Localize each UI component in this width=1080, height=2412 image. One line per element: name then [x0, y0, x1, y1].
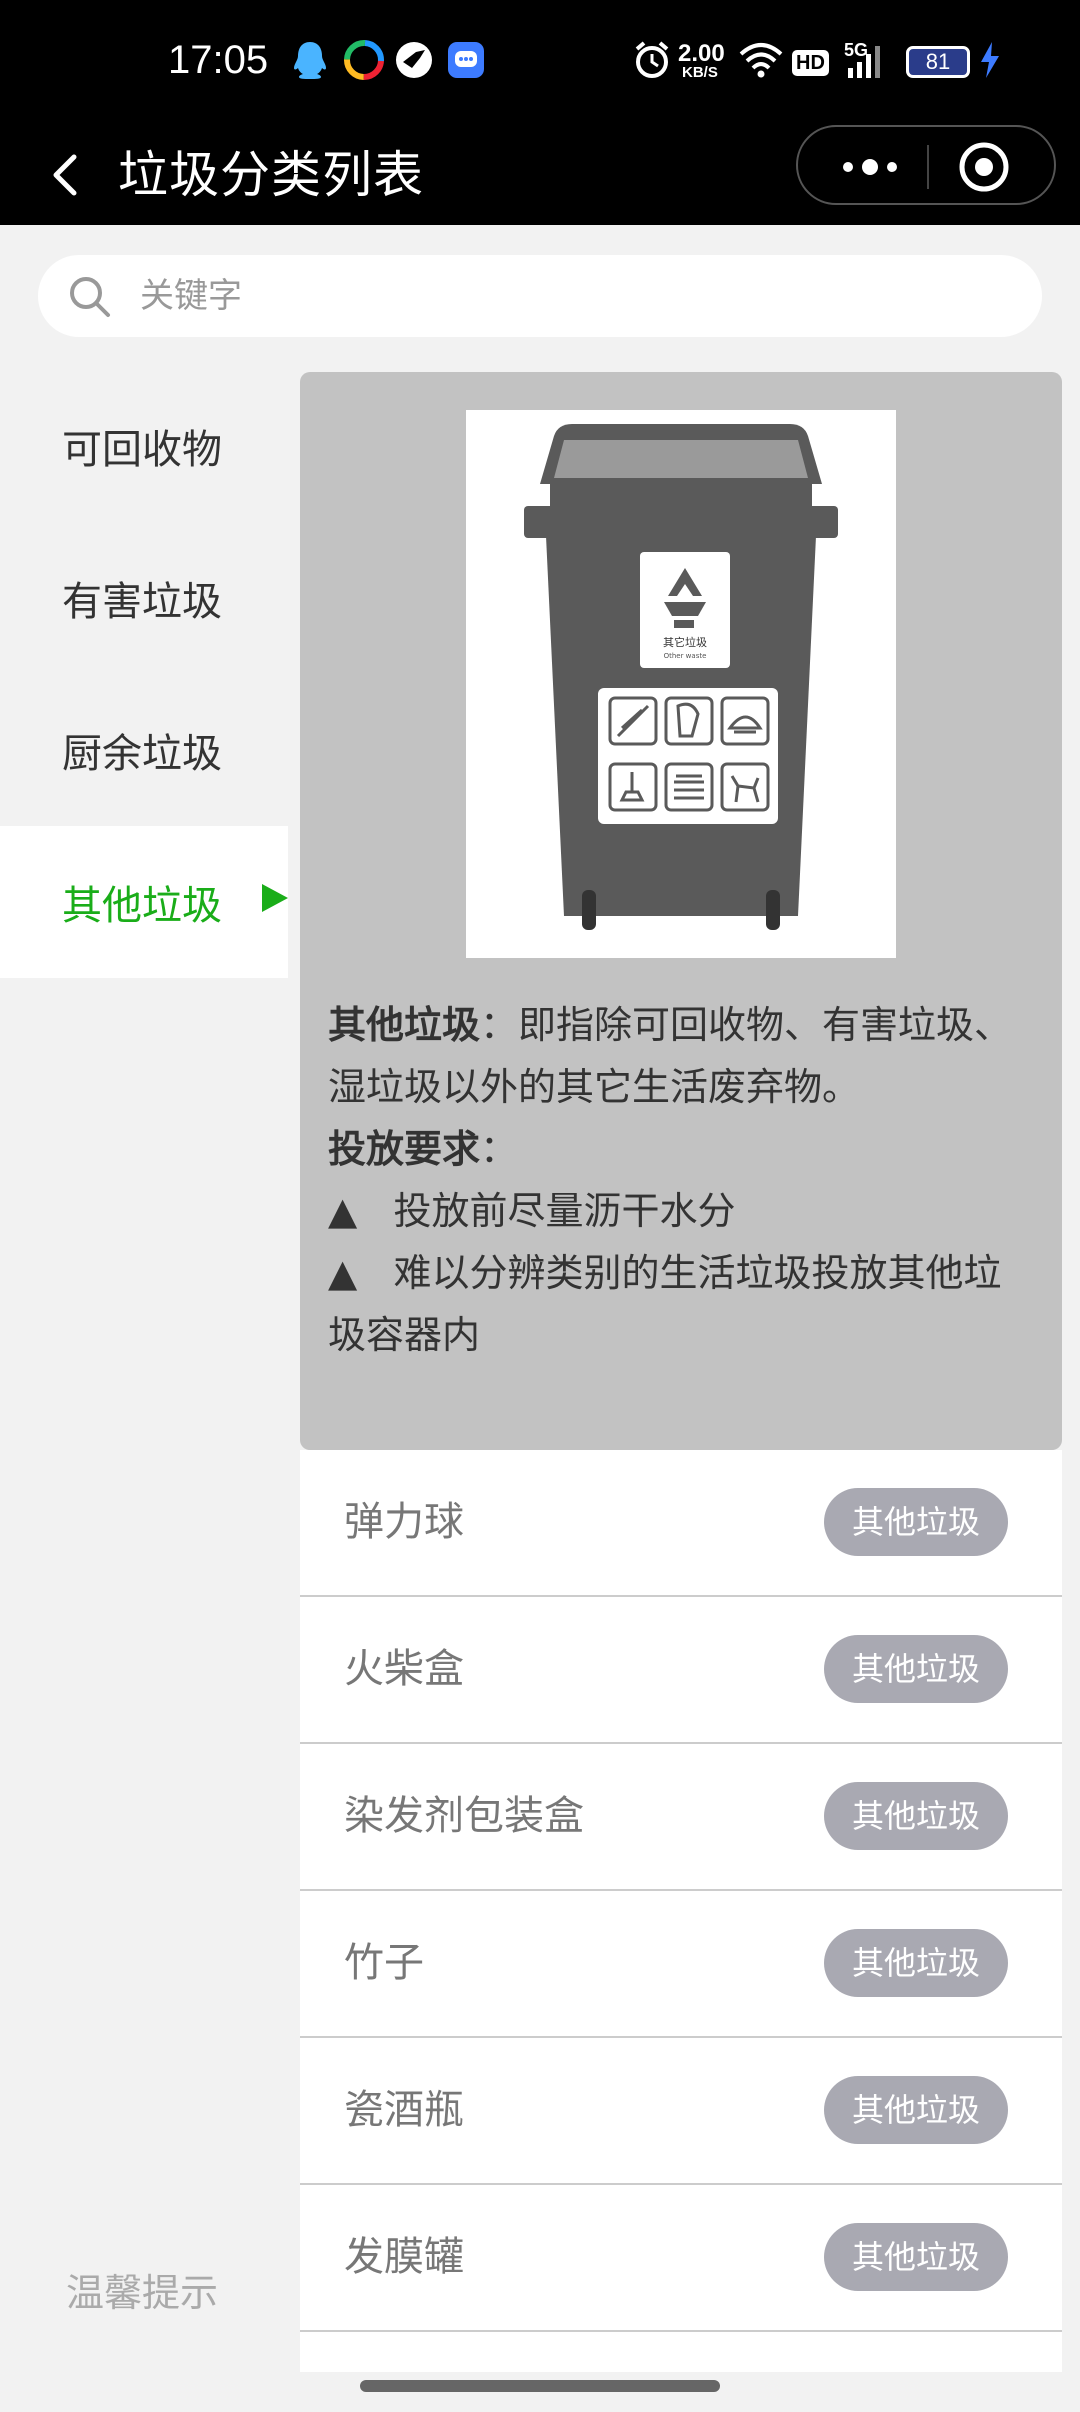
home-indicator[interactable]	[360, 2380, 720, 2392]
category-tag: 其他垃圾	[823, 2223, 1008, 2291]
chat-app-icon	[448, 42, 484, 78]
sidebar-item-label: 有害垃圾	[62, 579, 222, 625]
net-speed-unit: KB/S	[682, 64, 718, 81]
triangle-bullet-icon: ▲	[328, 1251, 358, 1295]
requirements-title: 投放要求	[328, 1127, 481, 1171]
search-bar	[0, 225, 1080, 365]
trash-bin-illustration: 其它垃圾 Other waste	[524, 424, 838, 930]
charging-icon	[981, 42, 999, 78]
wifi-icon	[739, 43, 783, 78]
item-name: 火柴盒	[344, 1646, 464, 1692]
requirement-text: 难以分辨类别的生活垃圾投放其他垃圾容器内	[328, 1251, 1002, 1357]
category-sidebar: 可回收物 有害垃圾 厨余垃圾 其他垃圾	[0, 370, 288, 978]
qq-icon	[294, 42, 326, 79]
colorful-app-icon	[344, 40, 384, 80]
list-item[interactable]: 发膜罐 其他垃圾	[300, 2185, 1062, 2332]
item-name: 染发剂包装盒	[344, 1793, 584, 1839]
back-arrow-icon[interactable]	[40, 147, 96, 203]
search-icon	[70, 277, 110, 317]
category-tag: 其他垃圾	[823, 1635, 1008, 1703]
requirement-item: ▲ 难以分辨类别的生活垃圾投放其他垃圾容器内	[328, 1242, 1038, 1366]
status-bar: 17:05 2.00 KB/S HD 5G 81	[0, 0, 1080, 125]
category-tag: 其他垃圾	[823, 1929, 1008, 1997]
page-title: 垃圾分类列表	[118, 146, 424, 204]
active-indicator-arrow-icon	[262, 884, 288, 912]
title-bar: 垃圾分类列表	[0, 125, 1080, 225]
hd-badge: HD	[792, 50, 829, 76]
bin-image: 其它垃圾 Other waste	[466, 410, 896, 958]
search-box[interactable]	[38, 255, 1042, 337]
bird-app-icon	[396, 42, 432, 78]
sidebar-item-kitchen-waste[interactable]: 厨余垃圾	[0, 674, 288, 826]
item-name: 发膜罐	[344, 2234, 464, 2280]
list-item[interactable]: 火柴盒 其他垃圾	[300, 1597, 1062, 1744]
close-mini-program-icon[interactable]	[956, 139, 1012, 195]
sidebar-item-label: 厨余垃圾	[62, 731, 222, 777]
sidebar-item-label: 可回收物	[62, 427, 222, 473]
sidebar-item-hazardous[interactable]: 有害垃圾	[0, 522, 288, 674]
category-info-card: 其它垃圾 Other waste 其他垃圾：即指除可回收物、有害垃圾、湿垃圾以外…	[300, 372, 1062, 1450]
status-time: 17:05	[168, 38, 269, 82]
requirements-heading: 投放要求：	[328, 1118, 1038, 1180]
requirements-colon: ：	[480, 1127, 519, 1171]
battery-level: 81	[925, 49, 951, 74]
category-tag: 其他垃圾	[823, 2076, 1008, 2144]
requirement-item: ▲ 投放前尽量沥干水分	[328, 1180, 1038, 1242]
item-name: 竹子	[344, 1940, 424, 1986]
bin-label-en: Other waste	[664, 652, 707, 660]
list-item[interactable]: 瓷酒瓶 其他垃圾	[300, 2038, 1062, 2185]
list-item-partial[interactable]	[300, 2332, 1062, 2372]
list-item[interactable]: 竹子 其他垃圾	[300, 1891, 1062, 2038]
requirement-text: 投放前尽量沥干水分	[393, 1189, 736, 1233]
category-tag: 其他垃圾	[823, 1782, 1008, 1850]
waste-item-list: 弹力球 其他垃圾 火柴盒 其他垃圾 染发剂包装盒 其他垃圾 竹子 其他垃圾 瓷酒…	[300, 1450, 1062, 2372]
tips-link[interactable]: 温馨提示	[66, 2262, 218, 2317]
sidebar-item-recyclable[interactable]: 可回收物	[0, 370, 288, 522]
mini-program-capsule	[796, 125, 1056, 205]
item-name: 瓷酒瓶	[344, 2087, 464, 2133]
more-options-icon[interactable]	[830, 145, 910, 189]
list-item[interactable]: 染发剂包装盒 其他垃圾	[300, 1744, 1062, 1891]
capsule-divider	[927, 145, 929, 189]
battery-indicator: 81	[906, 46, 970, 78]
list-item[interactable]: 弹力球 其他垃圾	[300, 1450, 1062, 1597]
title-colon: ：	[480, 1003, 519, 1047]
item-name: 弹力球	[344, 1499, 464, 1545]
category-tag: 其他垃圾	[823, 1488, 1008, 1556]
bin-label-cn: 其它垃圾	[663, 635, 707, 649]
sidebar-item-label: 其他垃圾	[62, 883, 222, 929]
description-paragraph: 其他垃圾：即指除可回收物、有害垃圾、湿垃圾以外的其它生活废弃物。	[328, 994, 1038, 1118]
signal-icon	[848, 46, 880, 78]
category-description: 其他垃圾：即指除可回收物、有害垃圾、湿垃圾以外的其它生活废弃物。 投放要求： ▲…	[328, 994, 1038, 1366]
triangle-bullet-icon: ▲	[328, 1189, 358, 1233]
search-input[interactable]	[138, 267, 998, 325]
alarm-icon	[635, 41, 669, 78]
sidebar-item-other-waste[interactable]: 其他垃圾	[0, 826, 288, 978]
category-title: 其他垃圾	[328, 1003, 481, 1047]
